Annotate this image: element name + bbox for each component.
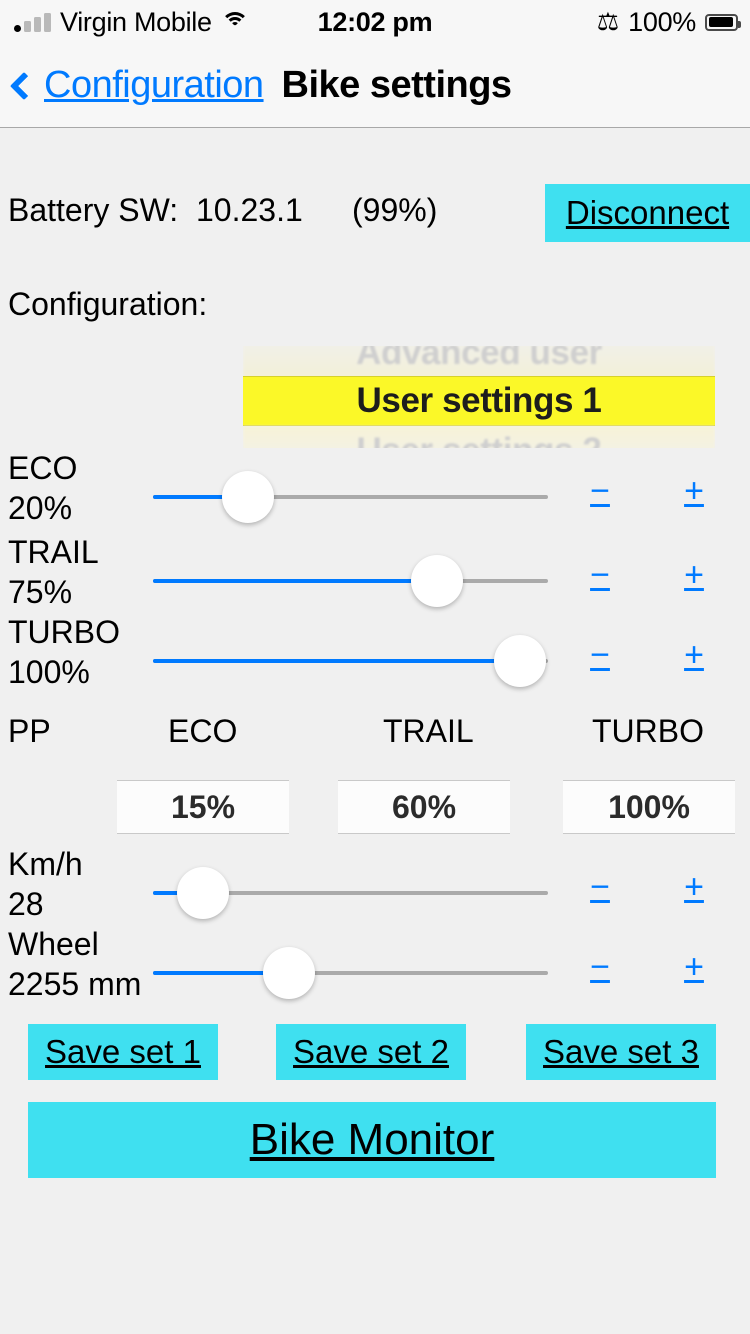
picker-option-selected[interactable]: User settings 1 xyxy=(243,376,715,426)
slider-thumb-eco[interactable] xyxy=(222,471,274,523)
pp-column-eco: ECO xyxy=(168,713,238,749)
pp-column-turbo: TURBO xyxy=(592,713,704,749)
back-button-label: Configuration xyxy=(44,64,264,106)
navigation-bar: Configuration Bike settings xyxy=(0,44,750,128)
configuration-picker[interactable]: Advanced user User settings 1 User setti… xyxy=(243,346,715,448)
save-set-3-button[interactable]: Save set 3 xyxy=(526,1024,716,1080)
configuration-label: Configuration: xyxy=(8,286,208,322)
picker-option-previous[interactable]: Advanced user xyxy=(243,346,715,378)
slider-track-eco[interactable] xyxy=(153,495,548,499)
decrement-button-wheel[interactable]: − xyxy=(580,950,620,984)
increment-button-speed[interactable]: + xyxy=(674,870,714,904)
battery-sw-row: Battery SW: 10.23.1 (99%) Disconnect xyxy=(0,184,750,246)
slider-thumb-trail[interactable] xyxy=(411,555,463,607)
battery-sw-percent: (99%) xyxy=(352,192,438,228)
status-bar: Virgin Mobile 12:02 pm ⚖ 100% xyxy=(0,0,750,44)
slider-row-wheel: Wheel 2255 mm − + xyxy=(0,926,750,1012)
decrement-button-eco[interactable]: − xyxy=(580,474,620,508)
bike-monitor-button[interactable]: Bike Monitor xyxy=(28,1102,716,1178)
disconnect-button-label: Disconnect xyxy=(565,194,730,231)
save-set-2-label: Save set 2 xyxy=(293,1033,449,1070)
increment-button-eco[interactable]: + xyxy=(674,474,714,508)
slider-track-turbo[interactable] xyxy=(153,659,548,663)
increment-button-trail[interactable]: + xyxy=(674,558,714,592)
battery-percent-label: 100% xyxy=(628,6,696,37)
battery-sw-version: 10.23.1 xyxy=(196,192,303,228)
status-bar-right: ⚖ 100% xyxy=(596,0,741,44)
slider-track-wheel[interactable] xyxy=(153,971,548,975)
slider-value-wheel: 2255 mm xyxy=(8,966,142,1002)
slider-value-eco: 20% xyxy=(8,490,73,526)
slider-row-eco: ECO 20% − + xyxy=(0,450,750,536)
slider-value-turbo: 100% xyxy=(8,654,90,690)
decrement-button-turbo[interactable]: − xyxy=(580,638,620,672)
picker-option-next[interactable]: User settings 2 xyxy=(243,426,715,448)
slider-value-trail: 75% xyxy=(8,574,73,610)
pp-title: PP xyxy=(8,713,51,749)
increment-button-wheel[interactable]: + xyxy=(674,950,714,984)
save-set-2-button[interactable]: Save set 2 xyxy=(276,1024,466,1080)
decrement-button-trail[interactable]: − xyxy=(580,558,620,592)
slider-row-turbo: TURBO 100% − + xyxy=(0,614,750,700)
save-set-1-label: Save set 1 xyxy=(45,1033,201,1070)
pp-header-row: PP ECO TRAIL TURBO xyxy=(0,713,750,755)
chevron-left-icon xyxy=(9,71,39,100)
slider-label-wheel: Wheel xyxy=(8,926,99,962)
battery-sw-label: Battery SW: xyxy=(8,192,179,228)
decrement-button-speed[interactable]: − xyxy=(580,870,620,904)
slider-label-speed: Km/h xyxy=(8,846,83,882)
pp-column-trail: TRAIL xyxy=(383,713,474,749)
slider-value-speed: 28 xyxy=(8,886,44,922)
main-content: Battery SW: 10.23.1 (99%) Disconnect Con… xyxy=(0,128,750,1334)
bluetooth-icon: ⚖ xyxy=(596,7,620,36)
pp-values-row: 15% 60% 100% xyxy=(0,780,750,836)
slider-label-turbo: TURBO xyxy=(8,614,120,650)
bike-monitor-label: Bike Monitor xyxy=(249,1115,495,1164)
save-set-3-label: Save set 3 xyxy=(543,1033,699,1070)
increment-button-turbo[interactable]: + xyxy=(674,638,714,672)
clock-label: 12:02 pm xyxy=(317,6,433,37)
slider-thumb-turbo[interactable] xyxy=(494,635,546,687)
slider-thumb-wheel[interactable] xyxy=(263,947,315,999)
slider-track-trail[interactable] xyxy=(153,579,548,583)
battery-full-icon xyxy=(705,13,741,31)
pp-value-trail[interactable]: 60% xyxy=(338,780,510,834)
page-title: Bike settings xyxy=(281,64,513,106)
slider-thumb-speed[interactable] xyxy=(177,867,229,919)
pp-value-eco[interactable]: 15% xyxy=(117,780,289,834)
slider-row-speed: Km/h 28 − + xyxy=(0,846,750,932)
slider-row-trail: TRAIL 75% − + xyxy=(0,534,750,620)
disconnect-button[interactable]: Disconnect xyxy=(545,184,750,242)
pp-value-turbo[interactable]: 100% xyxy=(563,780,735,834)
slider-label-trail: TRAIL xyxy=(8,534,99,570)
back-button[interactable]: Configuration xyxy=(9,64,264,107)
save-set-1-button[interactable]: Save set 1 xyxy=(28,1024,218,1080)
slider-label-eco: ECO xyxy=(8,450,78,486)
